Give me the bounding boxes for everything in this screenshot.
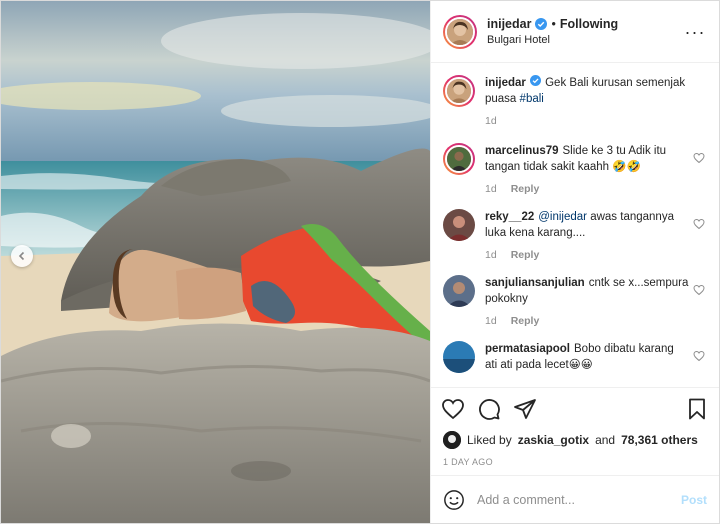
author-avatar-image <box>447 18 473 45</box>
commenter-avatar-image <box>443 341 475 373</box>
comment-username[interactable]: sanjuliansanjulian <box>485 277 585 289</box>
comment-item: reky__22 @inijedar awas tangannya luka ke… <box>443 209 707 263</box>
commenter-avatar-image <box>447 147 471 171</box>
likes-and: and <box>595 433 616 447</box>
post-actions-bar <box>431 387 719 429</box>
commenter-avatar[interactable] <box>443 209 475 241</box>
share-paper-plane-icon[interactable] <box>513 397 537 421</box>
comment-item: sanjuliansanjulian cntk se x...sempura po… <box>443 275 707 329</box>
comment-age[interactable]: 1d <box>485 313 497 329</box>
commenter-avatar[interactable] <box>443 341 475 373</box>
comments-list: inijedar Gek Bali kurusan semenjak puasa… <box>431 63 719 387</box>
comment-mention[interactable]: @inijedar <box>538 211 587 223</box>
author-username[interactable]: inijedar <box>487 17 531 31</box>
post-photo[interactable] <box>1 1 430 523</box>
commenter-avatar-image <box>443 209 475 241</box>
add-comment-input[interactable] <box>477 492 669 507</box>
comment-bubble-icon[interactable] <box>477 397 501 421</box>
beach-scene-image <box>1 1 430 523</box>
author-avatar[interactable] <box>443 14 477 49</box>
comment-like-heart-icon[interactable] <box>693 284 705 296</box>
comment-username[interactable]: permatasiapool <box>485 343 570 355</box>
reply-button[interactable]: Reply <box>511 181 540 197</box>
carousel-prev-button[interactable] <box>11 245 33 267</box>
likes-summary: Liked by zaskia_gotix and 78,361 others <box>431 429 719 451</box>
post-comment-button[interactable]: Post <box>681 493 707 507</box>
post-header-names: inijedar • Following Bulgari Hotel <box>487 17 683 46</box>
caption-username[interactable]: inijedar <box>485 77 526 89</box>
comment-body: sanjuliansanjulian cntk se x...sempura po… <box>485 275 707 329</box>
verified-badge-icon <box>535 18 548 30</box>
caption-avatar-image <box>447 79 471 103</box>
save-bookmark-icon[interactable] <box>685 397 709 421</box>
liker-avatar-image <box>443 431 461 449</box>
caption-body: inijedar Gek Bali kurusan semenjak puasa… <box>485 75 707 129</box>
comment-age[interactable]: 1d <box>485 181 497 197</box>
comment-age[interactable]: 1d <box>485 247 497 263</box>
commenter-avatar[interactable] <box>443 275 475 307</box>
comment-meta: 1d Reply <box>485 247 689 263</box>
post-location[interactable]: Bulgari Hotel <box>487 34 683 46</box>
add-comment-bar: Post <box>431 475 719 523</box>
comment-like-heart-icon[interactable] <box>693 152 705 164</box>
caption-age[interactable]: 1d <box>485 113 497 129</box>
caption-author-avatar[interactable] <box>443 75 475 107</box>
caption: inijedar Gek Bali kurusan semenjak puasa… <box>443 75 707 129</box>
following-button[interactable]: Following <box>560 17 618 31</box>
header-separator: • <box>551 17 556 31</box>
caption-hashtag[interactable]: #bali <box>520 93 544 105</box>
comment-body: permatasiapool Bobo dibatu karang ati ati… <box>485 341 707 373</box>
comment-username[interactable]: reky__22 <box>485 211 534 223</box>
comment-username[interactable]: marcelinus79 <box>485 145 559 157</box>
post-header: inijedar • Following Bulgari Hotel ··· <box>431 1 719 63</box>
comment-body: reky__22 @inijedar awas tangannya luka ke… <box>485 209 707 263</box>
comment-like-heart-icon[interactable] <box>693 350 705 362</box>
commenter-avatar[interactable] <box>443 143 475 175</box>
verified-badge-icon <box>529 75 542 87</box>
comment-body: marcelinus79 Slide ke 3 tu Adik itu tanga… <box>485 143 707 197</box>
emoji-smiley-icon[interactable] <box>443 489 465 511</box>
more-options-icon[interactable]: ··· <box>683 23 707 41</box>
instagram-post-modal: inijedar • Following Bulgari Hotel ··· i… <box>0 0 720 524</box>
likes-prefix: Liked by <box>467 433 512 447</box>
like-heart-icon[interactable] <box>441 397 465 421</box>
comment-item: marcelinus79 Slide ke 3 tu Adik itu tanga… <box>443 143 707 197</box>
post-side-panel: inijedar • Following Bulgari Hotel ··· i… <box>430 1 719 523</box>
comment-like-heart-icon[interactable] <box>693 218 705 230</box>
liker-avatar[interactable] <box>443 431 461 449</box>
comment-meta: 1d Reply <box>485 313 689 329</box>
liker-username[interactable]: zaskia_gotix <box>518 433 589 447</box>
post-date[interactable]: 1 DAY AGO <box>431 451 719 475</box>
comment-meta: 1d Reply <box>485 181 689 197</box>
chevron-left-icon <box>18 251 25 261</box>
reply-button[interactable]: Reply <box>511 313 540 329</box>
reply-button[interactable]: Reply <box>511 247 540 263</box>
post-header-top-row: inijedar • Following <box>487 17 683 31</box>
likes-others-count[interactable]: 78,361 others <box>621 433 698 447</box>
commenter-avatar-image <box>443 275 475 307</box>
caption-meta: 1d <box>485 113 689 129</box>
comment-item: permatasiapool Bobo dibatu karang ati ati… <box>443 341 707 373</box>
